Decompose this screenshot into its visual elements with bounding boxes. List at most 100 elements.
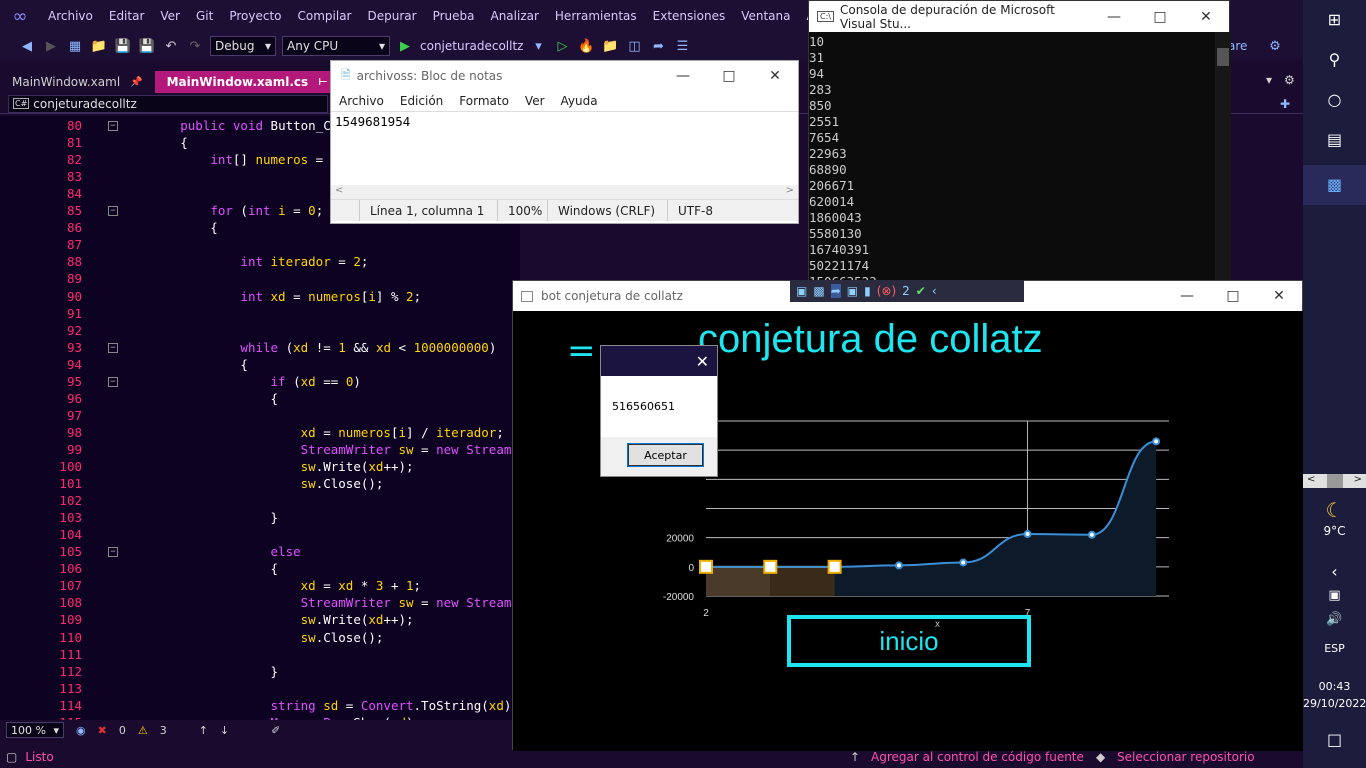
back-icon[interactable]: ◀ (18, 39, 36, 54)
visual-studio-logo-icon[interactable]: ∞ (0, 0, 40, 32)
minimize-icon[interactable]: — (1091, 1, 1137, 32)
zoom-select[interactable]: 100 % ▾ (6, 722, 64, 738)
console-scrollbar[interactable] (1215, 32, 1231, 283)
code-line[interactable]: 114 string sd = Convert.ToString(xd) (0, 698, 520, 715)
close-icon[interactable]: ✕ (752, 61, 798, 91)
minimize-icon[interactable]: — (1164, 281, 1210, 311)
select-element-icon[interactable]: ▣ (796, 284, 807, 298)
binding-failures-icon[interactable]: (⊗) (877, 284, 896, 298)
redo-icon[interactable]: ↷ (186, 39, 204, 54)
warning-icon[interactable]: ⚠ (138, 724, 148, 737)
np-menu-edicion[interactable]: Edición (400, 94, 443, 108)
code-line[interactable]: 102 (0, 493, 520, 510)
split-icon[interactable]: ✚ (1280, 97, 1290, 111)
code-line[interactable]: 91 (0, 306, 520, 323)
live-share-icon[interactable]: ⚙ (1266, 39, 1284, 54)
code-line[interactable]: 94 { (0, 357, 520, 374)
code-line[interactable]: 95 − if (xd == 0) (0, 374, 520, 391)
close-icon[interactable]: ✕ (696, 352, 709, 371)
forward-icon[interactable]: ▶ (42, 39, 60, 54)
open-folder-icon[interactable]: 📁 (90, 39, 108, 54)
start-icon[interactable]: ▶ (396, 39, 414, 54)
copy-icon[interactable]: ☰ (673, 39, 691, 54)
video-icon[interactable]: ▩ (813, 284, 824, 298)
windows-start-icon[interactable]: ⊞ (1303, 10, 1366, 29)
menu-herramientas[interactable]: Herramientas (547, 9, 645, 23)
pin-icon[interactable]: 📌 (130, 77, 142, 88)
code-line[interactable]: 100 sw.Write(xd++); (0, 459, 520, 476)
menu-compilar[interactable]: Compilar (290, 9, 360, 23)
code-line[interactable]: 112 } (0, 664, 520, 681)
code-line[interactable]: 111 (0, 647, 520, 664)
menu-depurar[interactable]: Depurar (359, 9, 424, 23)
layout-icon[interactable]: ◫ (625, 39, 643, 54)
menu-archivo[interactable]: Archivo (40, 9, 101, 23)
undo-icon[interactable]: ↶ (162, 39, 180, 54)
notifications-icon[interactable]: □ (1303, 730, 1366, 749)
inicio-button[interactable]: inicio (787, 615, 1031, 667)
menu-extensiones[interactable]: Extensiones (645, 9, 734, 23)
code-line[interactable]: 99 StreamWriter sw = new Stream (0, 442, 520, 459)
menu-prueba[interactable]: Prueba (425, 9, 483, 23)
tab-mainwindow-xaml[interactable]: MainWindow.xaml 📌 (0, 71, 155, 93)
code-line[interactable]: 93 − while (xd != 1 && xd < 1000000000) (0, 340, 520, 357)
clock-time[interactable]: 00:43 (1303, 680, 1366, 693)
error-icon[interactable]: ✖ (98, 724, 107, 737)
menu-proyecto[interactable]: Proyecto (221, 9, 289, 23)
menu-analizar[interactable]: Analizar (482, 9, 546, 23)
input-language[interactable]: ESP (1303, 642, 1366, 655)
pin-icon[interactable]: ⊢ (318, 77, 327, 88)
fold-toggle-icon[interactable]: − (108, 121, 118, 131)
code-line[interactable]: 92 (0, 323, 520, 340)
code-line[interactable]: 88 int iterador = 2; (0, 254, 520, 271)
settings-gear-icon[interactable]: ⚙ (1284, 73, 1295, 87)
tab-overflow-icon[interactable]: ▾ (1266, 73, 1272, 87)
maximize-icon[interactable]: □ (1137, 1, 1183, 32)
tab-mainwindow-xaml-cs[interactable]: MainWindow.xaml.cs⊢× (154, 71, 354, 93)
code-line[interactable]: 105 − else (0, 544, 520, 561)
pointer-icon[interactable]: ➦ (830, 284, 841, 298)
start-without-debugging-icon[interactable]: ▷ (553, 39, 571, 54)
collapse-icon[interactable]: ‹ (932, 284, 937, 298)
code-line[interactable]: 110 sw.Close(); (0, 630, 520, 647)
menu-ventana[interactable]: Ventana (733, 9, 798, 23)
close-icon[interactable]: ✕ (1183, 1, 1229, 32)
pointer-icon[interactable]: ➦ (649, 39, 667, 54)
fold-toggle-icon[interactable]: − (108, 342, 118, 353)
menu-ver[interactable]: Ver (152, 9, 188, 23)
new-project-icon[interactable]: ▦ (66, 39, 84, 54)
copilot-icon[interactable]: ◉ (76, 724, 86, 737)
brush-icon[interactable]: ✐ (271, 724, 280, 737)
visual-studio-taskbar-icon[interactable]: ▩ (1303, 165, 1366, 205)
clock-date[interactable]: 29/10/2022 (1303, 697, 1366, 710)
code-line[interactable]: 87 (0, 237, 520, 254)
scroll-left-icon[interactable]: < (335, 185, 343, 199)
track-focus-icon[interactable]: ▮ (864, 284, 871, 298)
solution-explorer-icon[interactable]: 📁 (601, 39, 619, 54)
close-icon[interactable]: ✕ (1256, 281, 1302, 311)
np-menu-formato[interactable]: Formato (459, 94, 509, 108)
menu-editar[interactable]: Editar (101, 9, 153, 23)
fold-toggle-icon[interactable]: − (108, 376, 118, 387)
code-line[interactable]: 108 StreamWriter sw = new Stream (0, 595, 520, 612)
code-line[interactable]: 104 (0, 527, 520, 544)
search-icon[interactable]: ⚲ (1303, 50, 1366, 69)
source-control-button[interactable]: Agregar al control de código fuente (871, 750, 1084, 764)
maximize-icon[interactable]: □ (1210, 281, 1256, 311)
ok-button[interactable]: Aceptar (627, 443, 704, 467)
fold-toggle-icon[interactable]: − (108, 547, 118, 558)
check-icon[interactable]: ✔ (916, 284, 926, 298)
code-line[interactable]: 97 (0, 408, 520, 425)
chevron-left-icon[interactable]: ‹ (1303, 562, 1366, 581)
minimize-icon[interactable]: — (660, 61, 706, 91)
code-line[interactable]: 89 (0, 271, 520, 288)
code-line[interactable]: 113 (0, 681, 520, 698)
maximize-icon[interactable]: □ (706, 61, 752, 91)
down-arrow-icon[interactable]: ↓ (220, 724, 229, 737)
platform-select[interactable]: Any CPU ▾ (282, 36, 390, 56)
code-line[interactable]: 103 } (0, 510, 520, 527)
code-line[interactable]: 96 { (0, 391, 520, 408)
scroll-right-icon[interactable]: > (1354, 474, 1362, 488)
menu-git[interactable]: Git (188, 9, 221, 23)
volume-icon[interactable]: 🔊 (1303, 612, 1366, 627)
